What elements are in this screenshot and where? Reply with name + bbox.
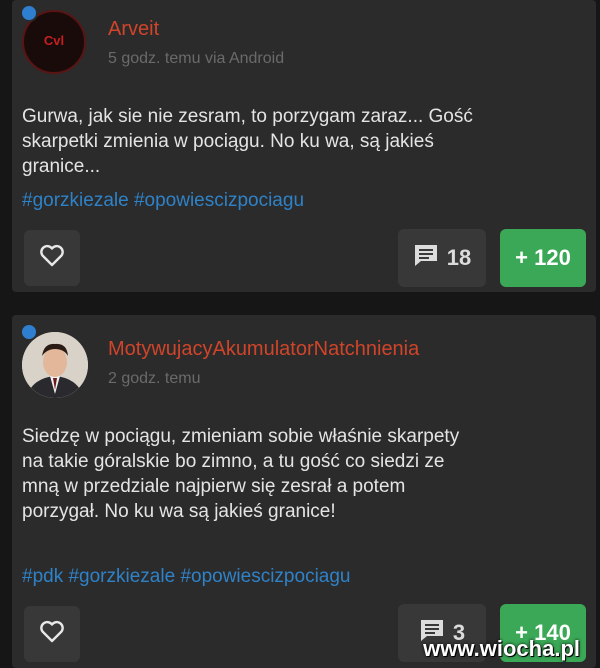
- avatar-label: Cvl: [43, 33, 65, 48]
- tag-link[interactable]: #gorzkiezale: [68, 566, 175, 587]
- online-status-dot: [20, 4, 38, 22]
- tag-list: #pdk #gorzkiezale #opowiescizpociagu: [22, 566, 351, 588]
- tag-link[interactable]: #opowiescizpociagu: [134, 190, 304, 211]
- comment-count: 18: [446, 245, 472, 270]
- tag-link[interactable]: #pdk: [22, 566, 63, 587]
- username[interactable]: Arveit: [108, 18, 159, 41]
- avatar[interactable]: [22, 332, 88, 398]
- comments-button[interactable]: 18: [398, 229, 486, 287]
- heart-icon: [39, 244, 65, 273]
- comment-icon: [413, 243, 439, 273]
- post-body: Gurwa, jak sie nie zesram, to porzygam z…: [22, 106, 473, 177]
- online-status-dot: [20, 323, 38, 341]
- post-timestamp: 2 godz. temu: [108, 370, 201, 387]
- upvote-button[interactable]: + 120: [500, 229, 586, 287]
- watermark: www.wiocha.pl: [423, 636, 580, 661]
- tag-list: #gorzkiezale #opowiescizpociagu: [22, 190, 304, 212]
- tag-link[interactable]: #gorzkiezale: [22, 190, 129, 211]
- username[interactable]: MotywujacyAkumulatorNatchnienia: [108, 338, 419, 361]
- tag-link[interactable]: #opowiescizpociagu: [180, 566, 350, 587]
- post-timestamp: 5 godz. temu via Android: [108, 50, 285, 67]
- post-body: Siedzę w pociągu, zmieniam sobie właśnie…: [22, 426, 460, 522]
- like-button[interactable]: [24, 606, 80, 662]
- like-button[interactable]: [24, 230, 80, 286]
- avatar-photo: [22, 332, 88, 398]
- heart-icon: [39, 620, 65, 649]
